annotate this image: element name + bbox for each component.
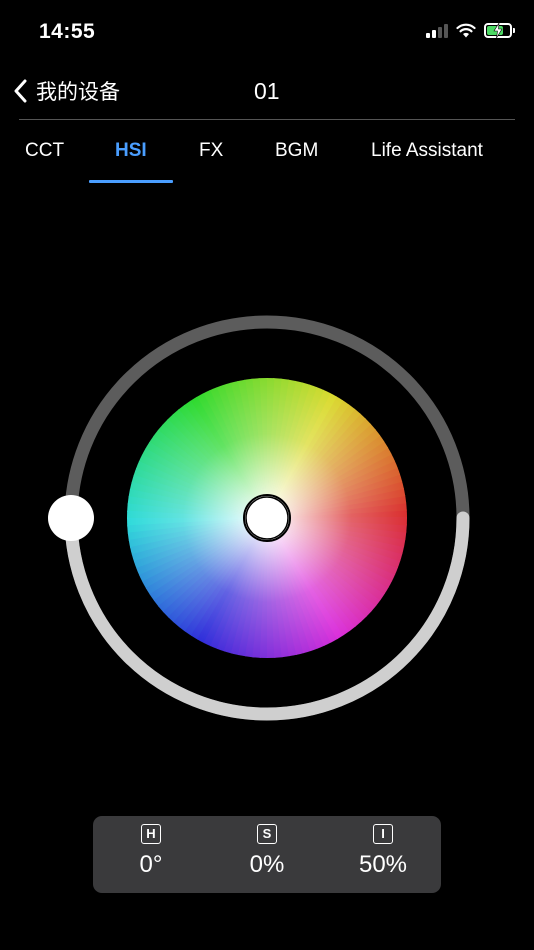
battery-icon (484, 22, 515, 38)
intensity-readout: I 50% (333, 824, 433, 879)
tab-hsi[interactable]: HSI (115, 140, 147, 162)
cellular-signal-icon (426, 22, 448, 38)
page-title: 01 (254, 78, 280, 104)
navigation-bar: 我的设备 01 (0, 64, 534, 120)
mode-tabs: CCT HSI FX BGM Life Assistant (0, 130, 534, 184)
back-button[interactable]: 我的设备 (14, 76, 120, 106)
status-icons (426, 22, 515, 38)
color-picker-handle[interactable] (243, 494, 291, 542)
saturation-readout: S 0% (217, 824, 317, 879)
clock: 14:55 (39, 20, 96, 43)
active-tab-indicator (89, 180, 173, 183)
saturation-value: 0% (249, 851, 285, 878)
tab-bgm[interactable]: BGM (275, 140, 318, 162)
intensity-slider-knob[interactable] (48, 495, 94, 541)
hsi-control (0, 300, 534, 740)
nav-divider (19, 119, 515, 120)
hue-badge: H (141, 824, 161, 844)
back-label: 我的设备 (36, 81, 120, 104)
tab-life-assistant[interactable]: Life Assistant (371, 140, 483, 162)
wifi-icon (456, 23, 476, 37)
hue-readout: H 0° (101, 824, 201, 879)
intensity-value: 50% (358, 851, 408, 878)
tab-cct[interactable]: CCT (25, 140, 64, 162)
status-bar: 14:55 (0, 0, 534, 64)
tab-fx[interactable]: FX (199, 140, 223, 162)
saturation-badge: S (257, 824, 277, 844)
hsi-readout-panel: H 0° S 0% I 50% (93, 816, 441, 893)
chevron-left-icon (14, 79, 27, 103)
intensity-badge: I (373, 824, 393, 844)
hue-value: 0° (139, 851, 163, 878)
